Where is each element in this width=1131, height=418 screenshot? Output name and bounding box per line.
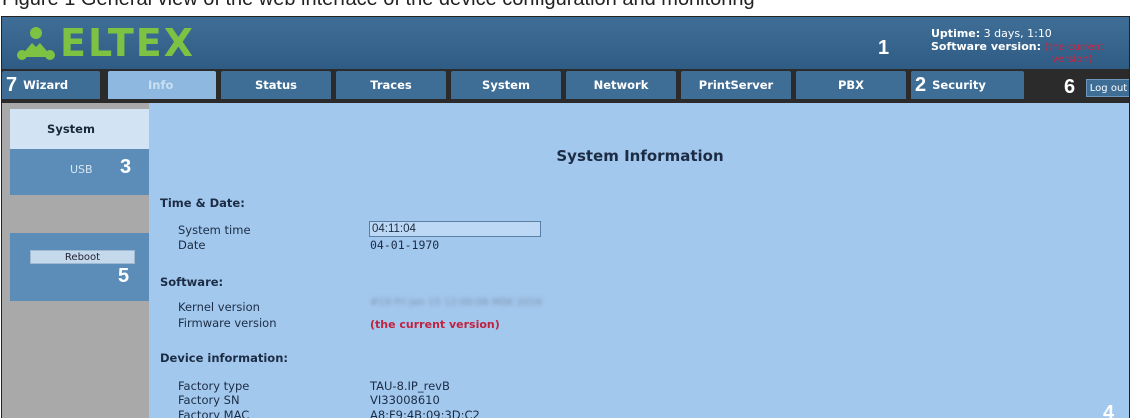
header-bar: ELTEX 1 Uptime: 3 days, 1:10 Software ve…: [2, 17, 1129, 69]
figure-caption-text: Figure 1 General view of the web interfa…: [2, 0, 755, 10]
figure-caption-clipped: Figure 1 General view of the web interfa…: [0, 0, 1131, 16]
callout-7: 7: [6, 73, 18, 96]
callout-2: 2: [915, 73, 927, 96]
main-content: System Information Time & Date: System t…: [149, 103, 1129, 418]
callout-3: 3: [120, 156, 132, 178]
factory-sn-value: VI33008610: [370, 393, 440, 407]
tab-security-label: Security: [932, 78, 986, 92]
tab-pbx[interactable]: PBX: [796, 71, 906, 99]
tab-system-label: System: [482, 78, 530, 92]
tab-info[interactable]: Info: [108, 71, 216, 99]
tab-traces[interactable]: Traces: [336, 71, 446, 99]
eltex-logo-icon: [17, 27, 55, 60]
tab-wizard[interactable]: 7 Wizard: [2, 71, 100, 99]
sidebar-menu: System USB 3: [10, 109, 150, 195]
tab-printserver-label: PrintServer: [698, 78, 774, 92]
software-heading: Software:: [160, 275, 224, 289]
uptime-label: Uptime:: [931, 27, 981, 40]
tab-wizard-label: Wizard: [23, 78, 69, 92]
kernel-version-label: Kernel version: [178, 300, 260, 314]
factory-sn-label: Factory SN: [178, 393, 240, 407]
firmware-version-label: Firmware version: [178, 316, 277, 330]
callout-1: 1: [878, 37, 890, 59]
factory-mac-label: Factory MAC: [178, 408, 250, 418]
tab-network[interactable]: Network: [566, 71, 676, 99]
date-value: 04-01-1970: [370, 238, 440, 252]
page-title: System Information: [556, 147, 724, 165]
factory-mac-value: A8:F9:4B:09:3D:C2: [370, 408, 480, 418]
software-version-value-line2: version): [1052, 54, 1093, 65]
tab-traces-label: Traces: [370, 78, 412, 92]
logo-wordmark: ELTEX: [60, 21, 196, 65]
firmware-version-value: (the current version): [370, 318, 500, 331]
tab-security[interactable]: 2 Security: [911, 71, 1024, 99]
tab-network-label: Network: [593, 78, 649, 92]
sidebar-actions: Reboot 5: [10, 233, 150, 301]
tab-pbx-label: PBX: [837, 78, 865, 92]
tab-status[interactable]: Status: [221, 71, 331, 99]
software-version-label: Software version:: [931, 40, 1041, 53]
kernel-version-value: #19 Fri Jan 15 12:00:06 MSK 2016: [370, 297, 543, 308]
device-web-interface: ELTEX 1 Uptime: 3 days, 1:10 Software ve…: [1, 16, 1130, 418]
sidebar-item-system[interactable]: System: [10, 109, 150, 149]
callout-5: 5: [118, 265, 130, 287]
eltex-logo: ELTEX: [16, 22, 195, 64]
tab-status-label: Status: [254, 78, 298, 92]
logout-button[interactable]: Log out: [1086, 79, 1129, 97]
tab-printserver[interactable]: PrintServer: [681, 71, 791, 99]
factory-type-value: TAU-8.IP_revB: [370, 379, 450, 393]
callout-6: 6: [1064, 76, 1076, 98]
system-time-label: System time: [178, 223, 251, 237]
callout-4: 4: [1103, 402, 1115, 418]
time-date-heading: Time & Date:: [160, 196, 245, 210]
factory-type-label: Factory type: [178, 379, 250, 393]
uptime-info: Uptime: 3 days, 1:10 Software version: (…: [931, 27, 1105, 65]
sidebar: System USB 3 Reboot 5: [2, 103, 150, 418]
system-time-field[interactable]: 04:11:04: [369, 221, 541, 237]
reboot-button[interactable]: Reboot: [30, 250, 135, 264]
software-version-value: (the current: [1044, 42, 1105, 53]
main-navigation: 7 Wizard Info Status Traces System Netwo…: [2, 69, 1129, 103]
tab-info-label: Info: [148, 78, 174, 92]
date-label: Date: [178, 238, 206, 252]
uptime-value: 3 days, 1:10: [983, 27, 1052, 40]
tab-system[interactable]: System: [451, 71, 561, 99]
device-info-heading: Device information:: [160, 351, 288, 365]
